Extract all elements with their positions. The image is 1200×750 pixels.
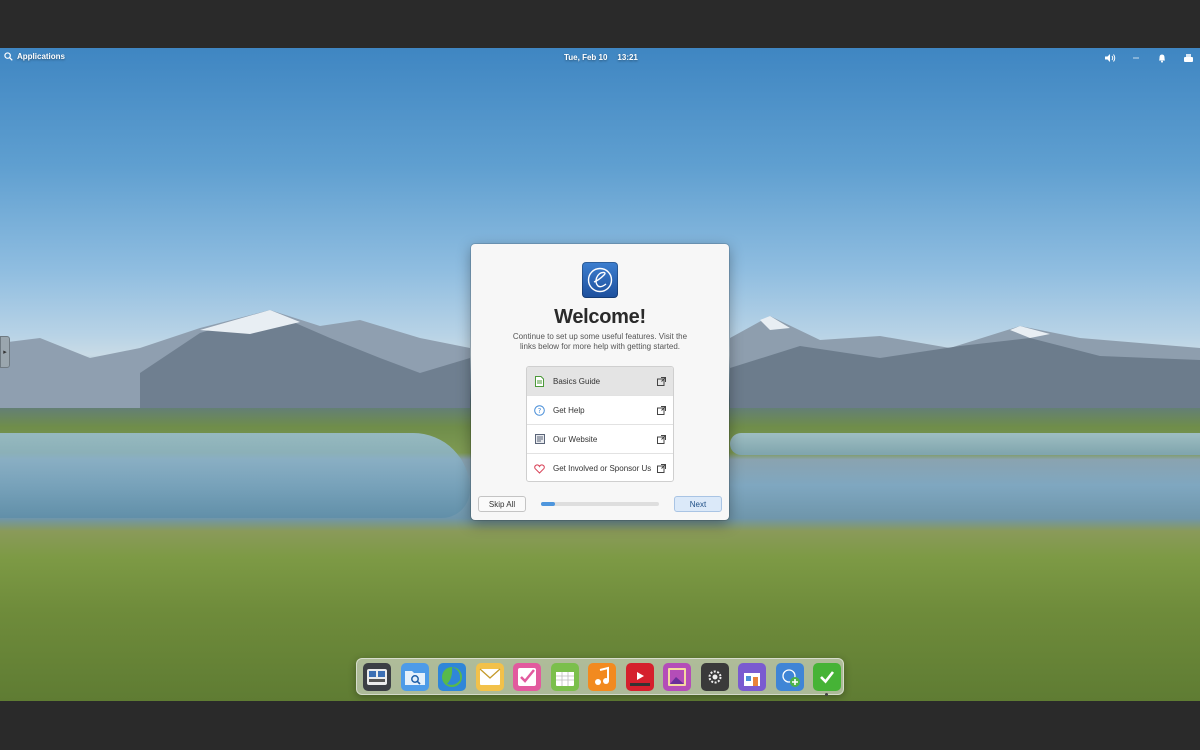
- link-our-website[interactable]: Our Website: [527, 425, 673, 454]
- letterbox-top: [0, 0, 1200, 48]
- search-icon: [4, 52, 13, 61]
- elementary-logo-icon: [582, 262, 618, 298]
- document-icon: [534, 375, 545, 387]
- heart-icon: [534, 463, 545, 474]
- external-link-icon: [657, 434, 666, 444]
- power-icon: [1183, 53, 1193, 62]
- applications-menu-button[interactable]: Applications: [4, 52, 65, 61]
- system-settings-icon[interactable]: [700, 662, 729, 691]
- top-panel: Applications Tue, Feb 10 13:21: [0, 48, 1200, 68]
- bell-icon: [1159, 54, 1165, 63]
- time-text: 13:21: [617, 53, 638, 62]
- mail-icon[interactable]: [475, 662, 504, 691]
- welcome-title: Welcome!: [554, 306, 646, 328]
- checkmark-app-icon[interactable]: [813, 662, 841, 696]
- progress-fill: [541, 502, 556, 506]
- network-icon: [1133, 57, 1139, 58]
- music-icon[interactable]: [588, 662, 616, 691]
- external-link-icon: [657, 376, 666, 386]
- volume-icon: [1105, 53, 1116, 62]
- files-icon[interactable]: [400, 662, 429, 691]
- welcome-dialog: Welcome! Continue to set up some useful …: [471, 244, 729, 520]
- web-browser-icon[interactable]: [438, 662, 466, 691]
- setup-progress-bar: [541, 502, 659, 506]
- link-basics-guide[interactable]: Basics Guide: [527, 367, 673, 396]
- photos-icon[interactable]: [663, 662, 691, 691]
- external-link-icon: [657, 464, 666, 473]
- link-get-help[interactable]: ? Get Help: [527, 396, 673, 425]
- welcome-subtitle: Continue to set up some useful features.…: [512, 332, 688, 351]
- svg-text:?: ?: [538, 407, 542, 415]
- help-links-list: Basics Guide ? Get Help Our Website Get …: [526, 366, 674, 482]
- link-label: Basics Guide: [553, 376, 601, 386]
- indicator-area: [1104, 52, 1194, 63]
- dialog-footer: Skip All Next: [478, 496, 722, 512]
- link-label: Get Help: [553, 405, 585, 415]
- applications-label: Applications: [17, 52, 66, 61]
- link-label: Our Website: [553, 434, 598, 444]
- letterbox-bottom: [0, 701, 1200, 750]
- sound-indicator[interactable]: [1104, 52, 1116, 63]
- datetime-indicator[interactable]: Tue, Feb 10 13:21: [564, 53, 638, 62]
- tasks-icon[interactable]: [513, 662, 541, 691]
- session-indicator[interactable]: [1182, 52, 1194, 63]
- river: [730, 433, 1200, 455]
- link-get-involved[interactable]: Get Involved or Sponsor Us: [527, 454, 673, 481]
- next-button[interactable]: Next: [674, 496, 722, 512]
- running-indicator: [825, 692, 828, 696]
- appcenter-icon[interactable]: [738, 662, 766, 691]
- dock: [356, 658, 844, 696]
- network-indicator[interactable]: [1130, 52, 1142, 63]
- lake: [0, 433, 470, 518]
- multitasking-view-icon[interactable]: [363, 662, 391, 691]
- external-link-icon: [657, 405, 666, 415]
- date-text: Tue, Feb 10: [564, 53, 608, 62]
- sidebar-handle[interactable]: ▸: [0, 336, 10, 368]
- help-icon: ?: [534, 404, 545, 416]
- installer-icon[interactable]: [775, 662, 804, 691]
- website-icon: [534, 434, 545, 445]
- link-label: Get Involved or Sponsor Us: [553, 464, 652, 473]
- desktop-wallpaper: Applications Tue, Feb 10 13:21 ▸ Welcome: [0, 48, 1200, 701]
- skip-all-button[interactable]: Skip All: [478, 496, 526, 512]
- calendar-icon[interactable]: [550, 662, 579, 691]
- notifications-indicator[interactable]: [1156, 52, 1168, 63]
- videos-icon[interactable]: [625, 662, 654, 691]
